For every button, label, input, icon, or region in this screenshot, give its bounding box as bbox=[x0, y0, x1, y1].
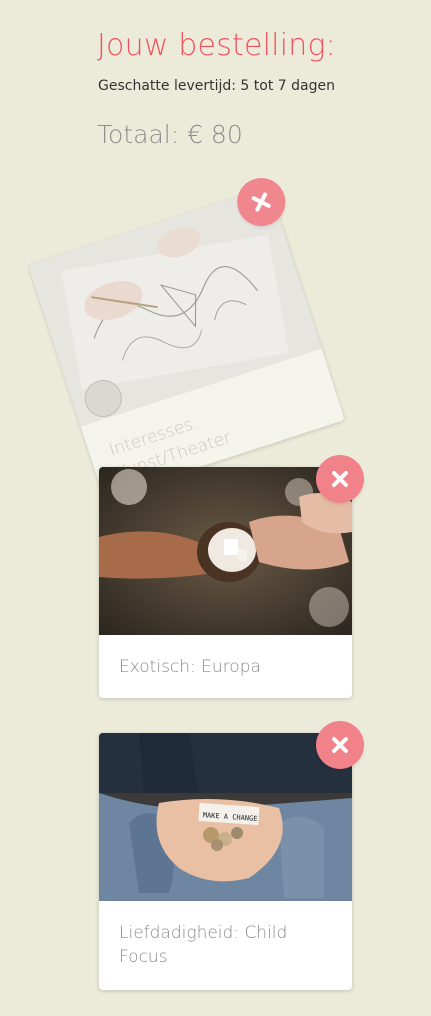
item-label: Liefdadigheid: Child Focus bbox=[119, 923, 288, 967]
coconut-hands-photo bbox=[99, 467, 352, 635]
order-total: Totaal: € 80 bbox=[97, 120, 243, 149]
delivery-estimate: Geschatte levertijd: 5 tot 7 dagen bbox=[98, 78, 335, 94]
order-item-card[interactable]: Interesses: Kunst/Theater bbox=[28, 171, 345, 499]
page-title: Jouw bestelling: bbox=[97, 28, 336, 63]
close-icon bbox=[332, 471, 348, 487]
order-item-card[interactable]: Exotisch: Europa bbox=[99, 455, 364, 698]
order-item-card[interactable]: MAKE A CHANGE Liefdadigheid: Child Focus bbox=[99, 721, 364, 990]
remove-item-button[interactable] bbox=[316, 455, 364, 503]
make-a-change-coins-photo: MAKE A CHANGE bbox=[99, 733, 352, 901]
close-icon bbox=[251, 192, 271, 212]
close-icon bbox=[332, 737, 348, 753]
remove-item-button[interactable] bbox=[316, 721, 364, 769]
item-label: Exotisch: Europa bbox=[119, 657, 261, 677]
